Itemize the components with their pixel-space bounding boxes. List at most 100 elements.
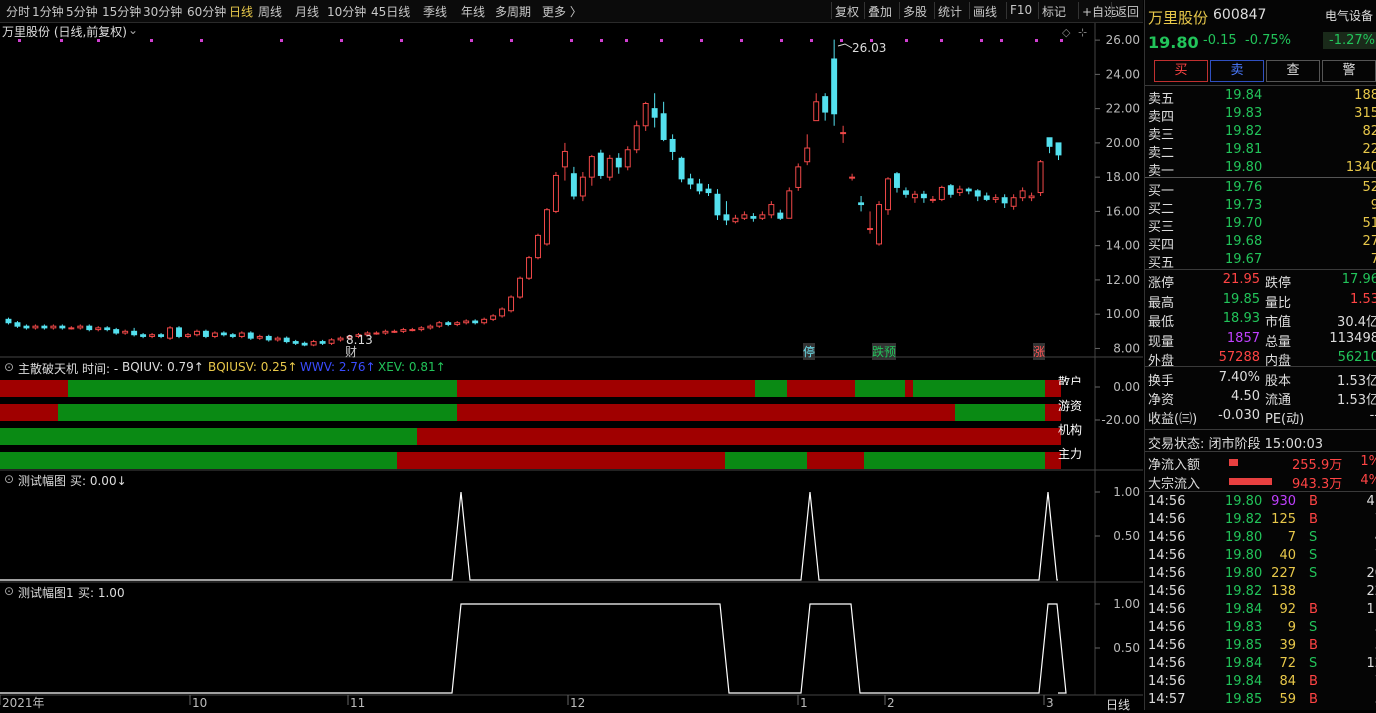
candle-body <box>938 186 945 200</box>
candle-body <box>328 339 335 344</box>
tick-side: B <box>1309 494 1318 509</box>
kline-chart-area[interactable]: 26.0024.0022.0020.0018.0016.0014.0012.00… <box>0 0 1143 710</box>
candle-body <box>714 193 721 216</box>
signal-dot <box>570 39 573 42</box>
bid-row: 买二19.739 <box>1145 197 1376 217</box>
marker-suspend[interactable]: 停 <box>803 343 816 360</box>
candle-body <box>1010 197 1017 207</box>
candle-body <box>579 176 586 197</box>
tick-time: 14:56 <box>1148 494 1186 509</box>
candle-body <box>319 341 326 344</box>
buy-button[interactable]: 买 <box>1154 60 1208 82</box>
tick-side: S <box>1309 548 1318 563</box>
candle-body <box>974 190 981 197</box>
indicator2-value: 买: 0.00↓ <box>70 474 127 488</box>
marker-limit-up[interactable]: 涨 <box>1033 343 1046 360</box>
band-主力 <box>807 452 864 469</box>
signal-dot <box>340 39 343 42</box>
bid-volume: 27 <box>1362 234 1376 249</box>
candle-body <box>1001 197 1008 204</box>
tick-volume: 930 <box>1271 494 1296 509</box>
candle-body <box>238 332 245 337</box>
stat-row: 外盘 57288 内盘 56210 <box>1145 349 1376 369</box>
indicator1-collapse-icon[interactable]: ⊙ <box>4 360 14 374</box>
chart-title-dropdown-icon[interactable]: ⌄ <box>128 23 138 37</box>
pin-icon[interactable]: ⊹ <box>1078 26 1087 39</box>
tick-volume: 92 <box>1279 602 1296 617</box>
candle-body <box>543 209 550 245</box>
price-tick-label: 12.00 <box>1106 273 1140 287</box>
candle-body <box>615 157 622 168</box>
query-button[interactable]: 查 <box>1266 60 1320 82</box>
candle-body <box>651 108 658 118</box>
flow-pct: 4% <box>1360 473 1376 488</box>
diamond-icon[interactable]: ◇ <box>1062 26 1070 39</box>
tick-row: 14:5619.8484B7 <box>1145 673 1376 691</box>
stat-row: 现量 1857 总量 113498 <box>1145 330 1376 350</box>
current-price: 19.80 <box>1148 33 1199 52</box>
candle-body <box>373 332 380 335</box>
sector-name[interactable]: 电气设备 <box>1325 7 1373 24</box>
candle-body <box>642 103 649 127</box>
tick-count: 11 <box>1366 602 1376 617</box>
candle-body <box>831 58 838 115</box>
ind1-tick-label: 0.00 <box>1113 380 1140 394</box>
candle-body <box>1028 195 1035 199</box>
stat-row: 最低 18.93 市值 30.4亿 <box>1145 310 1376 330</box>
candle-body <box>660 113 667 140</box>
tick-row: 14:56 19.84 92 B 11 <box>1145 601 1376 619</box>
tick-time: 14:56 <box>1148 656 1186 671</box>
candle-body <box>687 178 694 185</box>
band-散户 <box>755 380 787 397</box>
tick-row: 14:5719.8559B5 <box>1145 691 1376 709</box>
indicator3-collapse-icon[interactable]: ⊙ <box>4 584 14 598</box>
candle-body <box>472 320 479 324</box>
ask-price: 19.81 <box>1225 142 1263 157</box>
candle-body <box>867 228 874 231</box>
signal-dot <box>625 39 628 42</box>
candle-body <box>911 193 918 199</box>
marker-finance[interactable]: 财 <box>345 343 357 360</box>
alert-button[interactable]: 警 <box>1322 60 1376 82</box>
tick-row: 14:5619.8539B3 <box>1145 637 1376 655</box>
signal-dot <box>780 39 783 42</box>
signal-dot <box>1035 39 1038 42</box>
ind2-tick-label: 1.00 <box>1113 485 1140 499</box>
period-indicator[interactable]: 日线 <box>1106 696 1130 713</box>
candle-body <box>247 332 254 339</box>
marker-fall-forecast[interactable]: 跌预 <box>872 343 897 360</box>
candle-body <box>750 216 757 219</box>
price-tick-label: 8.00 <box>1113 341 1140 355</box>
stock-name: 万里股份 <box>1148 9 1209 27</box>
tick-time: 14:57 <box>1148 692 1186 707</box>
price-tick-label: 22.00 <box>1106 102 1140 116</box>
candle-body <box>517 277 524 298</box>
candle-body <box>445 322 452 325</box>
ask-row: 卖四19.83315 <box>1145 105 1376 125</box>
tick-volume: 227 <box>1271 566 1296 581</box>
candle-body <box>310 341 317 346</box>
flow-value: 255.9万 <box>1292 458 1343 473</box>
candle-body <box>822 96 829 113</box>
bid-price: 19.76 <box>1225 180 1263 195</box>
stat-label: 总量 <box>1265 334 1292 350</box>
high-pointer <box>837 43 853 49</box>
indicator2-collapse-icon[interactable]: ⊙ <box>4 472 14 486</box>
signal-dot <box>700 39 703 42</box>
candle-body <box>481 318 488 324</box>
time-tick-label: 3 <box>1046 696 1054 710</box>
candle-body <box>1055 142 1062 156</box>
candle-body <box>185 334 191 337</box>
tick-time: 14:56 <box>1148 602 1186 617</box>
stat-value: 30.4亿 <box>1337 315 1376 330</box>
candle-body <box>894 173 900 188</box>
band-主力 <box>864 452 1045 469</box>
sell-button[interactable]: 卖 <box>1210 60 1264 82</box>
signal-dot <box>660 39 663 42</box>
ask-volume: 82 <box>1362 124 1376 139</box>
quote-panel: 万里股份 600847 电气设备 19.80 -0.15 -0.75% -1.2… <box>1144 0 1376 710</box>
trade-status-row: 交易状态: 闭市阶段 15:00:03 <box>1145 432 1376 452</box>
candle-body <box>23 325 30 329</box>
tick-row: 14:5619.839S5 <box>1145 619 1376 637</box>
price-change-pct: -0.75% <box>1245 33 1291 48</box>
